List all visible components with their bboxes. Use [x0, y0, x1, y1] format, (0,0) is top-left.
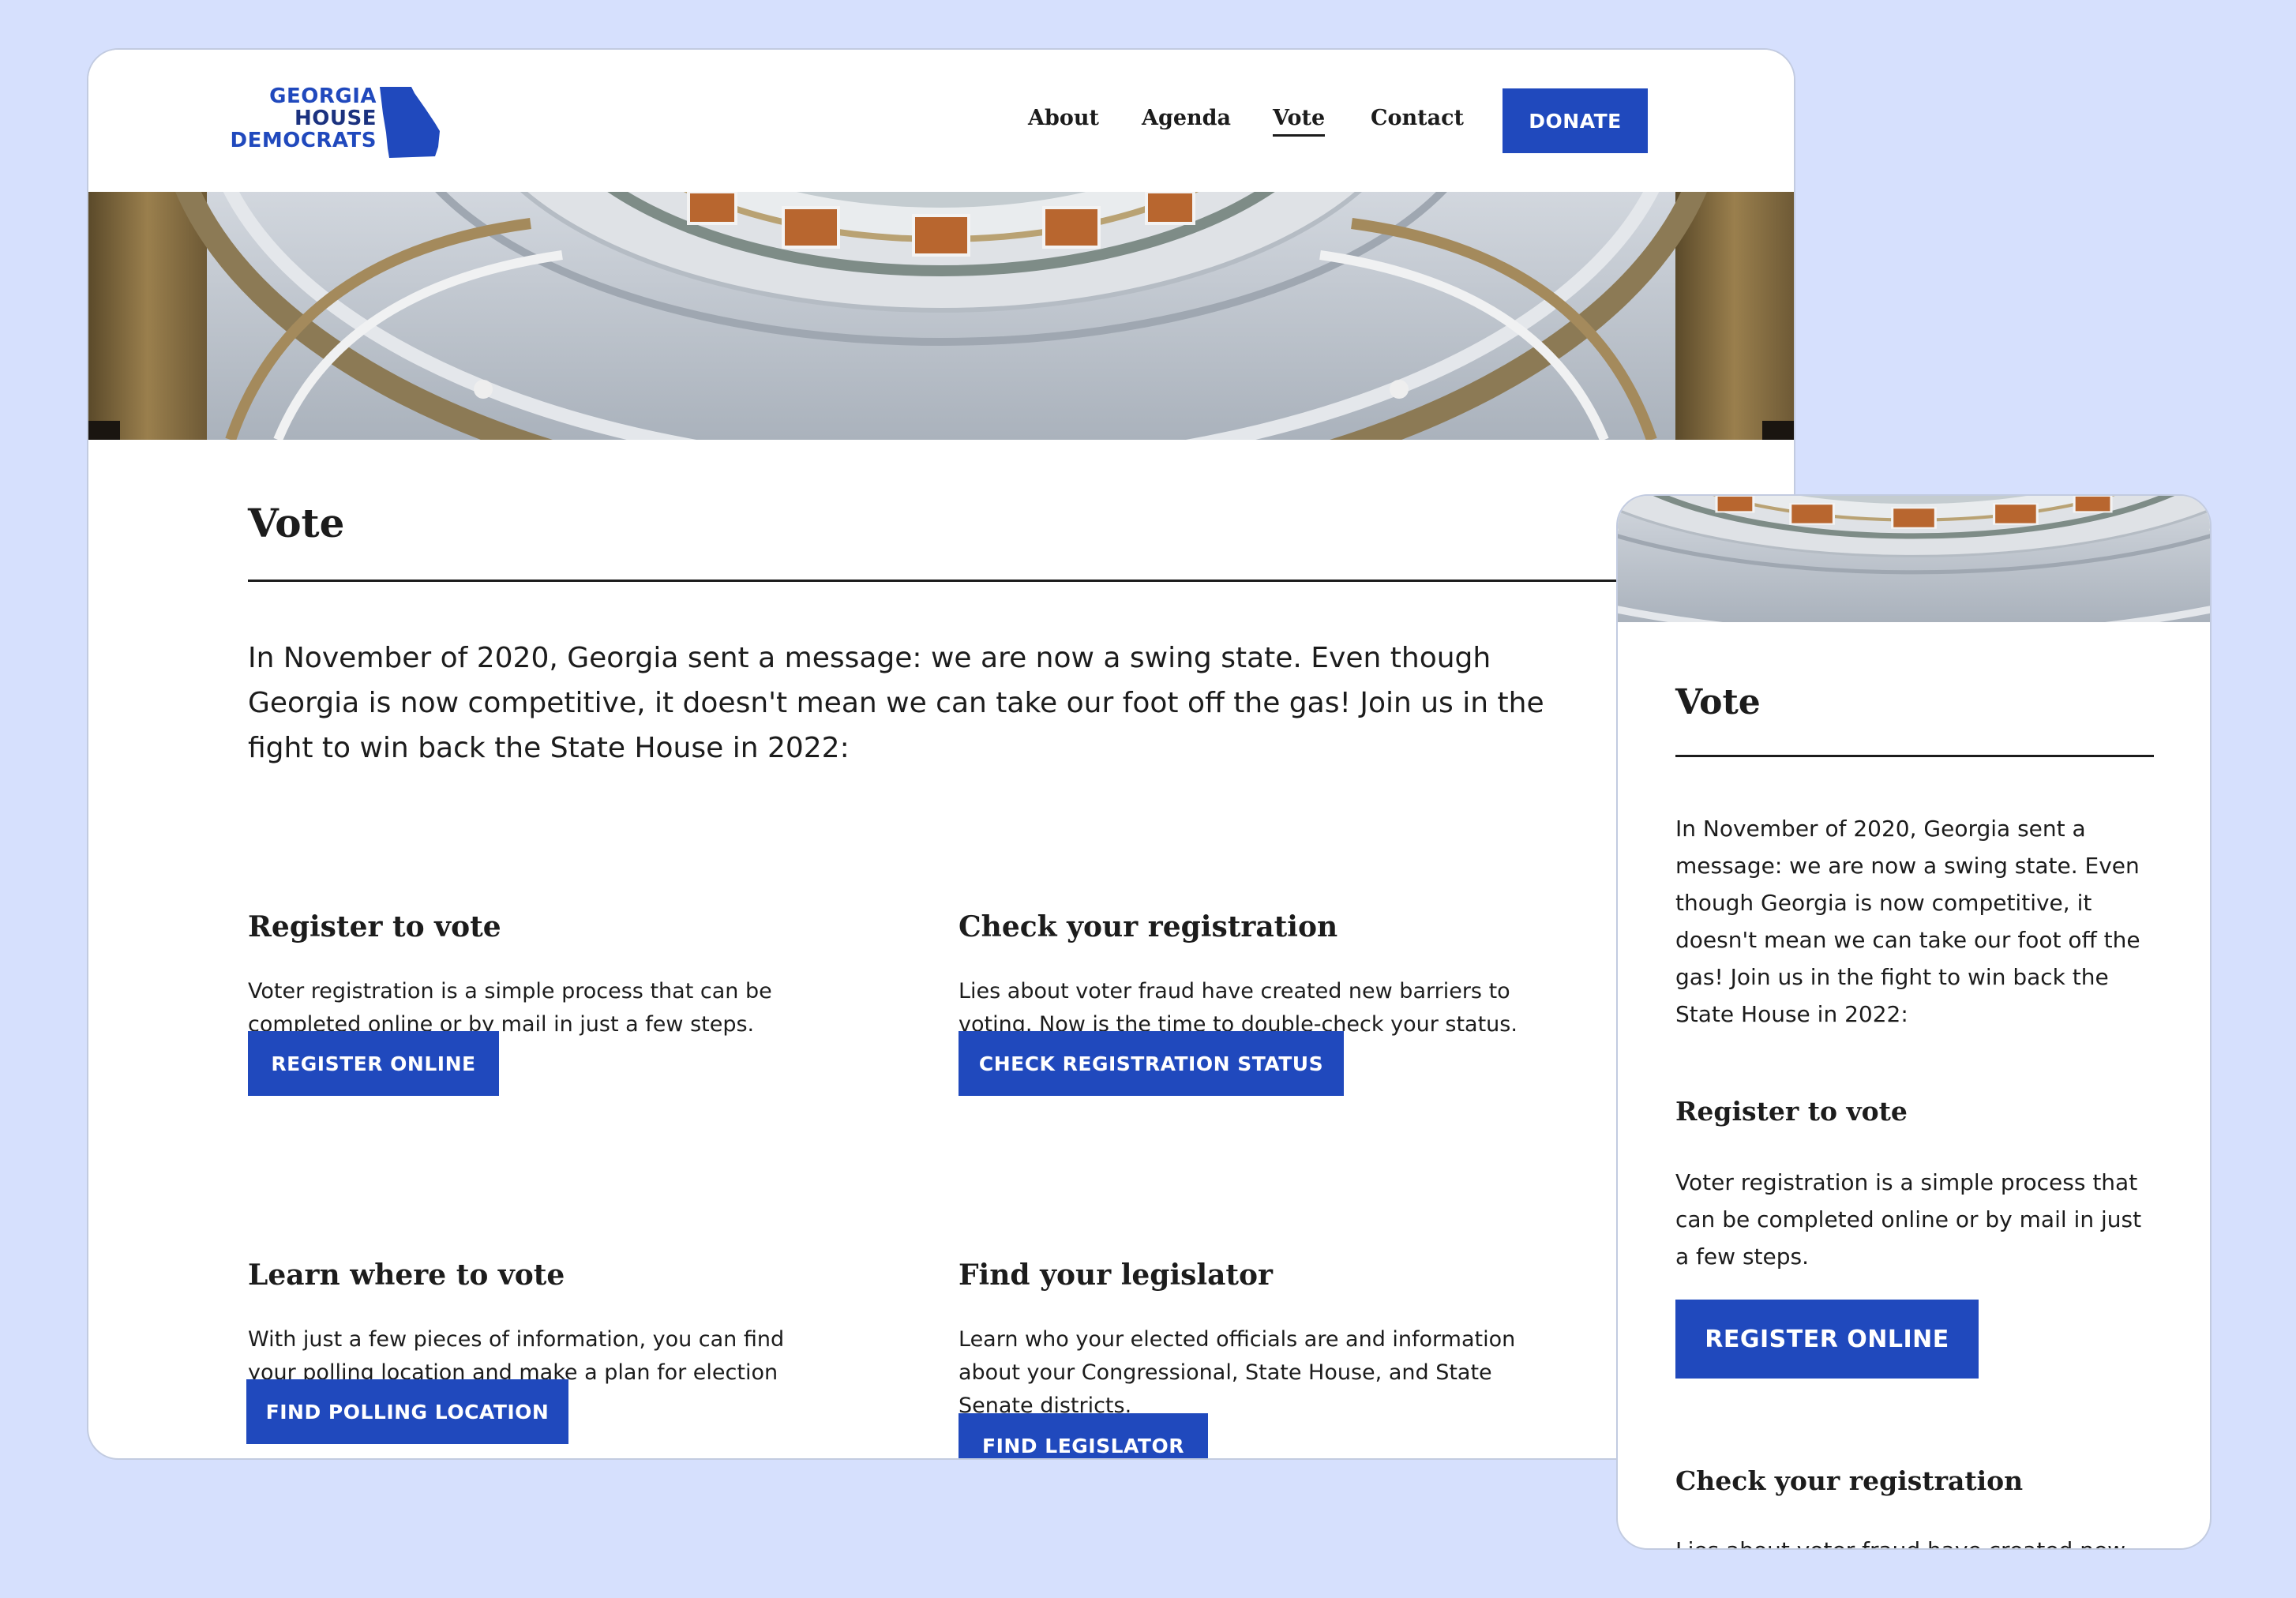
desktop-preview: GEORGIA HOUSE DEMOCRATS About Agenda Vot… [87, 48, 1795, 1460]
title-divider [248, 580, 1794, 582]
section-heading-where: Learn where to vote [248, 1259, 565, 1292]
site-header: GEORGIA HOUSE DEMOCRATS About Agenda Vot… [88, 50, 1794, 192]
section-heading-legislator: Find your legislator [959, 1259, 1274, 1292]
find-polling-location-button[interactable]: FIND POLLING LOCATION [246, 1379, 568, 1444]
section-heading-check: Check your registration [1675, 1465, 2024, 1496]
section-heading-register: Register to vote [248, 910, 501, 943]
check-registration-button[interactable]: CHECK REGISTRATION STATUS [959, 1031, 1344, 1096]
nav-vote[interactable]: Vote [1273, 106, 1326, 137]
donate-button[interactable]: DONATE [1503, 88, 1648, 153]
hero-image [1618, 496, 2210, 622]
mobile-preview: Vote In November of 2020, Georgia sent a… [1616, 494, 2212, 1550]
page-title: Vote [1675, 682, 1761, 722]
section-body-legislator: Learn who your elected officials are and… [959, 1327, 1516, 1418]
title-divider [1675, 755, 2154, 757]
find-legislator-button[interactable]: FIND LEGISLATOR [959, 1413, 1208, 1458]
register-online-button[interactable]: REGISTER ONLINE [248, 1031, 499, 1096]
register-online-button[interactable]: REGISTER ONLINE [1675, 1300, 1979, 1379]
nav-agenda[interactable]: Agenda [1142, 106, 1231, 130]
intro-text: In November of 2020, Georgia sent a mess… [248, 642, 1544, 764]
section-heading-check: Check your registration [959, 910, 1338, 943]
hero-image [88, 192, 1794, 440]
nav-about[interactable]: About [1028, 106, 1099, 130]
section-heading-register: Register to vote [1675, 1096, 1908, 1127]
main-nav: About Agenda Vote Contact DONATE [88, 50, 1794, 153]
section-body-register: Voter registration is a simple process t… [1675, 1169, 2142, 1270]
intro-text: In November of 2020, Georgia sent a mess… [1675, 816, 2140, 1027]
page-title: Vote [248, 500, 345, 546]
section-body-check-partial: Lies about voter fraud have created new [1675, 1532, 2154, 1548]
nav-contact[interactable]: Contact [1371, 106, 1464, 130]
